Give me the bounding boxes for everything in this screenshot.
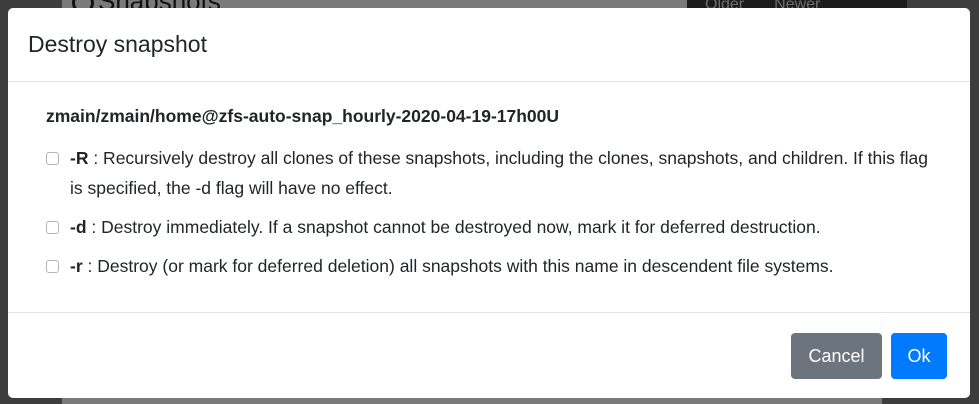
flag-r: -r	[70, 256, 83, 276]
flag-R: -R	[70, 148, 89, 168]
dialog-title: Destroy snapshot	[28, 31, 207, 57]
option-R-description: : Recursively destroy all clones of thes…	[70, 148, 928, 198]
option-r-description: : Destroy (or mark for deferred deletion…	[82, 256, 834, 276]
ok-button[interactable]: Ok	[891, 333, 947, 379]
checkbox-R[interactable]	[46, 152, 59, 165]
option-d-description: : Destroy immediately. If a snapshot can…	[86, 217, 821, 237]
option-R-text: -R : Recursively destroy all clones of t…	[70, 143, 930, 203]
option-r-text: -r : Destroy (or mark for deferred delet…	[70, 251, 930, 281]
flag-d: -d	[70, 217, 87, 237]
cancel-button[interactable]: Cancel	[791, 333, 882, 379]
dialog-body: zmain/zmain/home@zfs-auto-snap_hourly-20…	[8, 82, 970, 313]
checkbox-r[interactable]	[46, 260, 59, 273]
option-recursive-descendents: -r : Destroy (or mark for deferred delet…	[46, 256, 930, 281]
option-defer: -d : Destroy immediately. If a snapshot …	[46, 217, 930, 242]
option-d-text: -d : Destroy immediately. If a snapshot …	[70, 212, 930, 242]
option-recursive-clones: -R : Recursively destroy all clones of t…	[46, 148, 930, 203]
snapshot-name: zmain/zmain/home@zfs-auto-snap_hourly-20…	[46, 106, 560, 126]
dialog-footer: Cancel Ok	[8, 313, 970, 398]
checkbox-d[interactable]	[46, 221, 59, 234]
destroy-snapshot-dialog: Destroy snapshot zmain/zmain/home@zfs-au…	[8, 8, 970, 398]
dialog-header: Destroy snapshot	[8, 8, 970, 82]
